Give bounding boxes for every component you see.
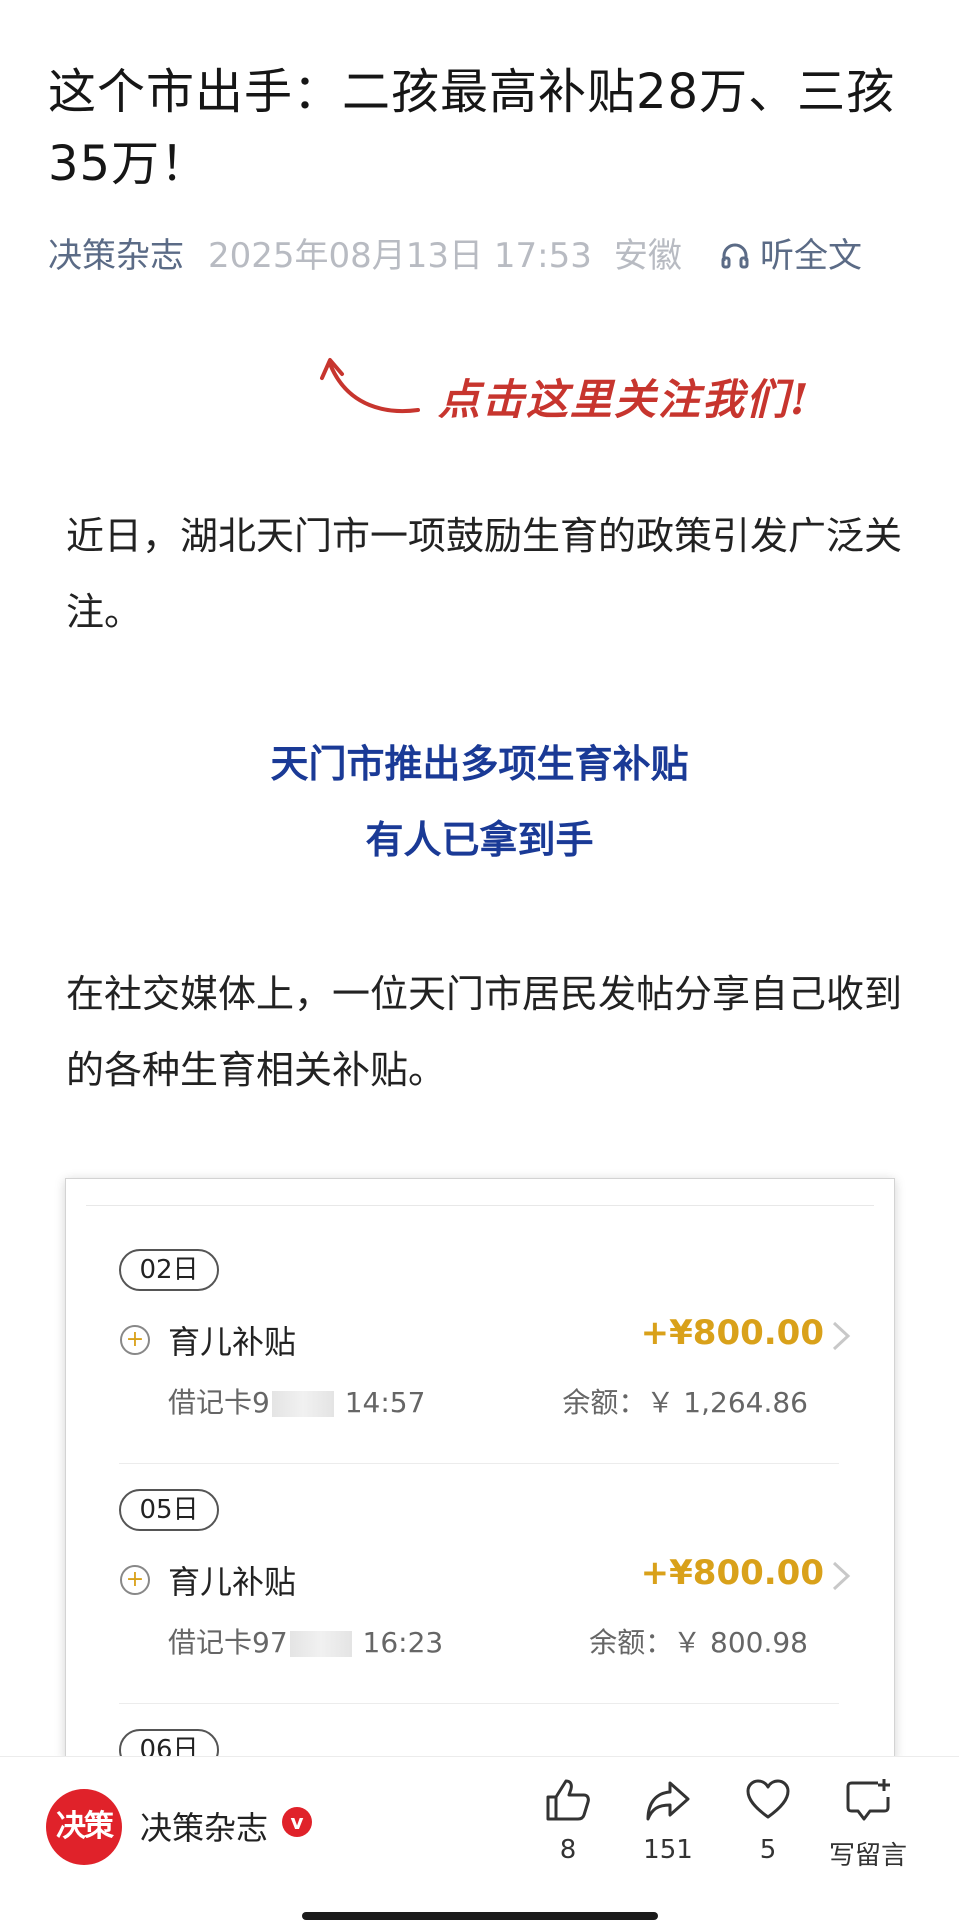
share-count: 151 [643,1835,693,1865]
comment-plus-icon [846,1779,890,1821]
location-label: 安徽 [613,236,682,276]
blurred-digits [271,1391,334,1417]
card-info: 借记卡9 14:57 [168,1381,425,1421]
transaction-time: 16:23 [362,1626,444,1659]
chevron-right-icon [832,1321,851,1351]
plus-circle-icon: + [120,1325,150,1355]
subheading-2: 有人已拿到手 [365,818,594,862]
card-info: 借记卡97 16:23 [168,1621,443,1661]
blurred-digits [289,1631,352,1657]
favorite-count: 5 [759,1835,777,1865]
avatar[interactable]: 决策 [46,1789,122,1865]
follow-text: 点击这里关注我们! [438,375,811,424]
headphones-icon [721,243,749,269]
like-count: 8 [559,1835,577,1865]
day-badge: 05日 [119,1489,219,1531]
bottom-action-bar: 决策 决策杂志 v 8 151 5 写留言 [0,1756,959,1923]
publish-date: 2025年08月13日 17:53 [208,236,592,276]
article-meta: 决策杂志 2025年08月13日 17:53 安徽 听全文 [48,232,928,280]
card-label: 借记卡97 [168,1626,288,1659]
source-link[interactable]: 决策杂志 [48,236,184,276]
transaction-entry: 02日 + 育儿补贴 +¥800.00 借记卡9 14:57 余额：￥ 1,26… [66,1249,894,1489]
transaction-name: 育儿补贴 [168,1563,297,1601]
transaction-name: 育儿补贴 [168,1323,297,1361]
divider [119,1463,839,1464]
like-button[interactable]: 8 [518,1777,618,1865]
listen-button[interactable]: 听全文 [720,232,862,280]
favorite-button[interactable]: 5 [718,1777,818,1865]
plus-circle-icon: + [120,1565,150,1595]
transaction-time: 14:57 [344,1386,426,1419]
balance-text: 余额：￥ 800.98 [589,1626,808,1659]
transaction-entry: 05日 + 育儿补贴 +¥800.00 借记卡97 16:23 余额：￥ 800… [66,1489,894,1729]
divider [119,1703,839,1704]
heart-icon [746,1779,790,1819]
paragraph-social: 在社交媒体上，一位天门市居民发帖分享自己收到的各种生育相关补贴。 [66,972,903,1092]
card-label: 借记卡9 [168,1386,270,1419]
listen-label: 听全文 [760,236,862,276]
verified-badge-icon: v [282,1807,312,1837]
chevron-right-icon [832,1561,851,1591]
home-indicator[interactable] [302,1912,658,1920]
article-title: 这个市出手：二孩最高补贴28万、三孩35万！ [48,64,896,192]
transaction-screenshot: 02日 + 育儿补贴 +¥800.00 借记卡9 14:57 余额：￥ 1,26… [65,1178,895,1760]
comment-button[interactable]: 写留言 [818,1777,918,1872]
transaction-amount: +¥800.00 [640,1313,824,1353]
curved-arrow-icon [320,358,420,414]
paragraph-intro: 近日，湖北天门市一项鼓励生育的政策引发广泛关注。 [66,514,903,634]
follow-banner[interactable]: 点击这里关注我们! [318,352,838,432]
thumbs-up-icon [546,1779,590,1821]
balance-text: 余额：￥ 1,264.86 [562,1386,808,1419]
account-name[interactable]: 决策杂志 [140,1803,268,1849]
share-button[interactable]: 151 [618,1777,718,1865]
transaction-amount: +¥800.00 [640,1553,824,1593]
subheading-1: 天门市推出多项生育补贴 [270,742,689,786]
divider [86,1205,874,1206]
share-arrow-icon [646,1781,690,1821]
day-badge: 02日 [119,1249,219,1291]
comment-label: 写留言 [828,1841,907,1871]
